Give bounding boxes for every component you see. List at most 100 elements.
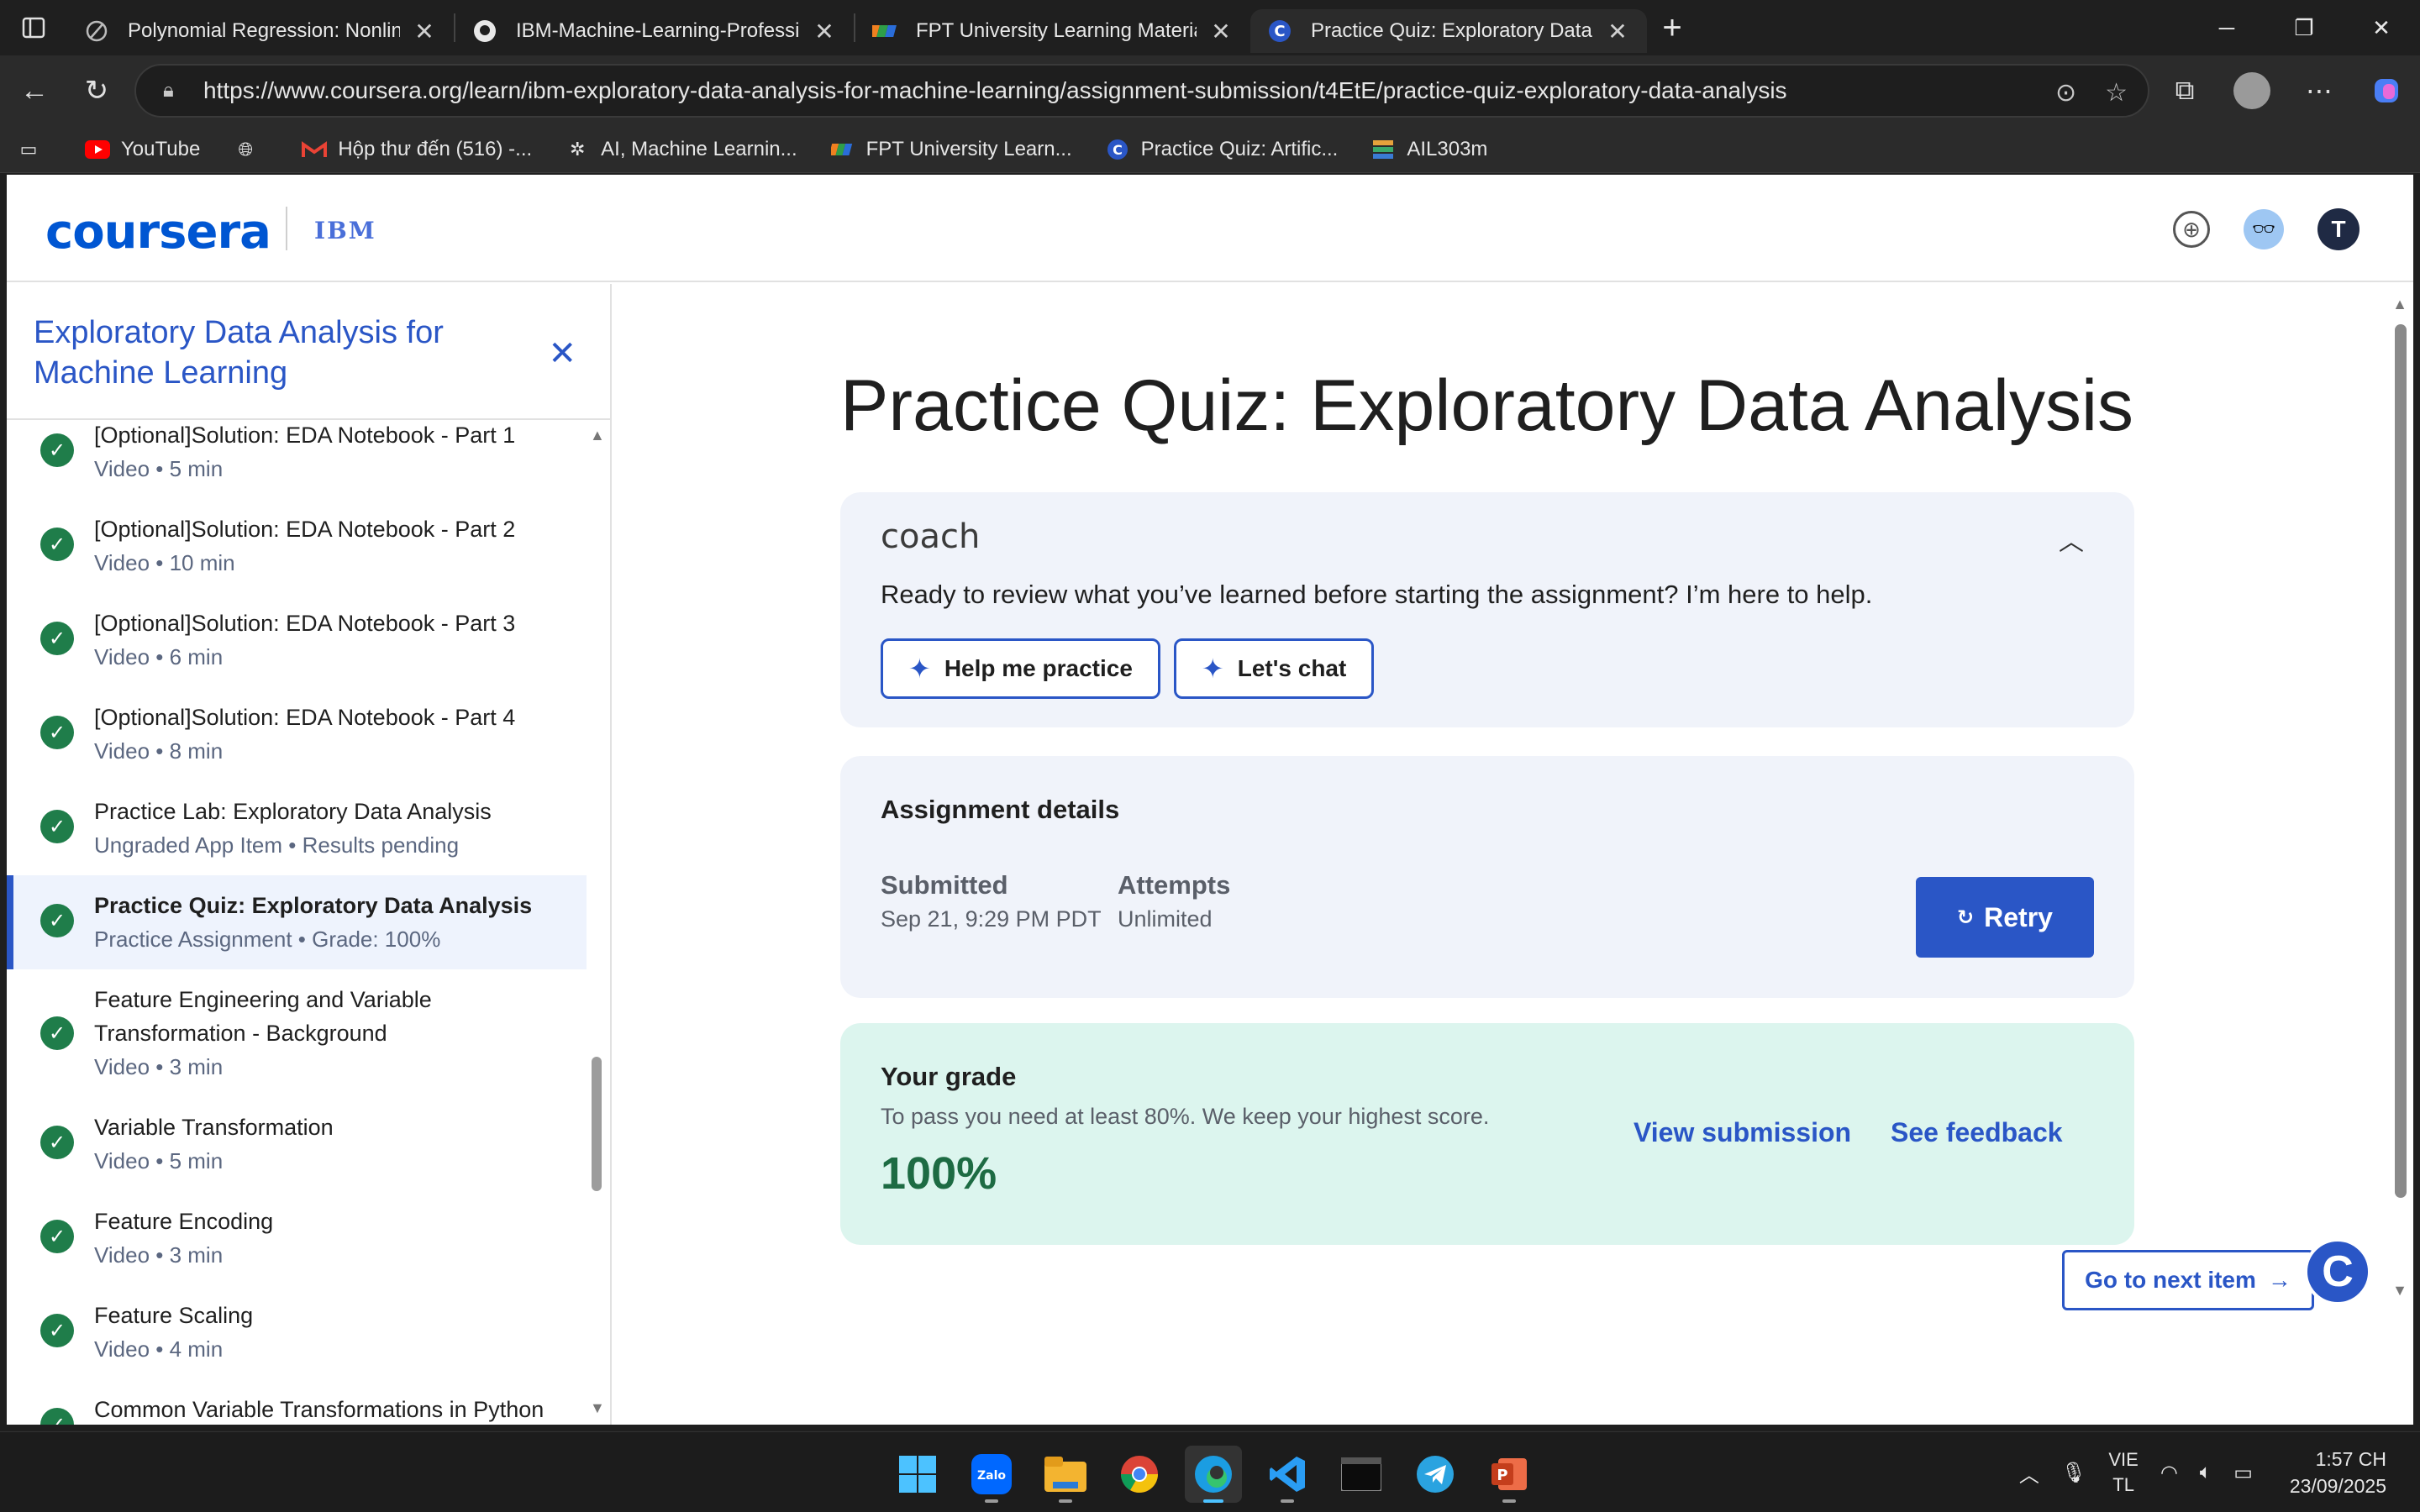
collections-icon[interactable]: ▭ bbox=[15, 138, 52, 161]
tab-favicon-icon bbox=[84, 18, 109, 44]
clock[interactable]: 1:57 CH 23/09/2025 bbox=[2290, 1446, 2386, 1499]
zalo-app-icon[interactable]: Zalo bbox=[963, 1446, 1020, 1503]
wifi-icon[interactable]: ◠ bbox=[2160, 1461, 2178, 1485]
list-item[interactable]: ✓ [Optional]Solution: EDA Notebook - Par… bbox=[7, 593, 587, 687]
profile-icon[interactable] bbox=[2218, 72, 2286, 109]
reload-icon[interactable]: ↻ bbox=[66, 74, 128, 108]
page-title: Practice Quiz: Exploratory Data Analysis bbox=[840, 365, 2134, 446]
help-me-practice-button[interactable]: ✦ Help me practice bbox=[881, 638, 1160, 699]
list-item[interactable]: ✓ Common Variable Transformations in Pyt… bbox=[7, 1379, 587, 1425]
list-item[interactable]: ✓ [Optional]Solution: EDA Notebook - Par… bbox=[7, 499, 587, 593]
browser-tab[interactable]: FPT University Learning Materials ✕ bbox=[855, 9, 1250, 53]
list-item[interactable]: ✓ Practice Lab: Exploratory Data Analysi… bbox=[7, 781, 587, 875]
bookmark-item[interactable]: YouTube bbox=[84, 138, 200, 161]
bookmark-item[interactable]: ✲ AI, Machine Learnin... bbox=[564, 138, 797, 161]
coursera-page: coursera IBM ⊕ 👓︎ T Exploratory Data Ana… bbox=[7, 175, 2413, 1425]
see-feedback-link[interactable]: See feedback bbox=[1891, 1117, 2063, 1148]
list-item[interactable]: ✓ [Optional]Solution: EDA Notebook - Par… bbox=[7, 405, 587, 499]
list-item-current[interactable]: ✓ Practice Quiz: Exploratory Data Analys… bbox=[7, 875, 587, 969]
bookmarks-bar: ▭ YouTube 🌐︎ Hộp thư đến (516) -... ✲ AI,… bbox=[0, 126, 2420, 173]
assignment-details-card: Assignment details Submitted Sep 21, 9:2… bbox=[840, 756, 2134, 998]
completed-check-icon: ✓ bbox=[40, 1016, 74, 1050]
main-content: Practice Quiz: Exploratory Data Analysis… bbox=[613, 284, 2413, 1425]
go-to-next-item-button[interactable]: Go to next item → bbox=[2062, 1250, 2314, 1310]
coursera-logo[interactable]: coursera bbox=[45, 205, 271, 260]
learner-glasses-icon[interactable]: 👓︎ bbox=[2244, 209, 2284, 249]
minimize-icon[interactable]: ─ bbox=[2188, 0, 2265, 55]
list-item[interactable]: ✓ Variable Transformation Video • 5 min bbox=[7, 1097, 587, 1191]
coach-floating-button[interactable]: C bbox=[2304, 1238, 2371, 1305]
tab-close-icon[interactable]: ✕ bbox=[412, 18, 437, 45]
windows-start-icon[interactable] bbox=[889, 1446, 946, 1503]
item-meta: Video • 10 min bbox=[94, 550, 235, 575]
retry-button[interactable]: ↻ Retry bbox=[1916, 877, 2094, 958]
input-language-indicator[interactable]: VIE TL bbox=[2108, 1447, 2138, 1498]
tab-actions-icon[interactable] bbox=[0, 0, 67, 55]
list-item[interactable]: ✓ [Optional]Solution: EDA Notebook - Par… bbox=[7, 687, 587, 781]
settings-more-icon[interactable]: ⋯ bbox=[2286, 75, 2353, 107]
battery-icon[interactable]: ▭ bbox=[2233, 1461, 2253, 1485]
new-tab-button[interactable]: + bbox=[1647, 9, 1697, 47]
coach-panel: coach ︿ Ready to review what you’ve lear… bbox=[840, 492, 2134, 727]
favorite-star-icon[interactable]: ☆ bbox=[2105, 78, 2128, 108]
item-meta: Video • 5 min bbox=[94, 456, 224, 481]
coach-logo: coach bbox=[881, 517, 981, 556]
vscode-icon[interactable] bbox=[1259, 1446, 1316, 1503]
list-item[interactable]: ✓ Feature Scaling Video • 4 min bbox=[7, 1285, 587, 1379]
chrome-icon[interactable] bbox=[1111, 1446, 1168, 1503]
grade-card: Your grade To pass you need at least 80%… bbox=[840, 1023, 2134, 1245]
telegram-icon[interactable] bbox=[1407, 1446, 1464, 1503]
volume-icon[interactable]: 🔈︎ bbox=[2200, 1461, 2212, 1484]
powerpoint-icon[interactable]: P bbox=[1481, 1446, 1538, 1503]
view-submission-link[interactable]: View submission bbox=[1634, 1117, 1851, 1148]
show-hidden-icons-chevron-icon[interactable]: ︿ bbox=[2019, 1458, 2039, 1488]
bookmark-item[interactable]: Hộp thư đến (516) -... bbox=[301, 138, 532, 161]
browser-tab[interactable]: Polynomial Regression: Nonlinear ✕ bbox=[67, 9, 454, 53]
browser-tab-active[interactable]: C Practice Quiz: Exploratory Data An ✕ bbox=[1250, 9, 1647, 53]
main-scrollbar[interactable]: ▲ ▼ bbox=[2391, 296, 2408, 1304]
scroll-up-icon[interactable]: ▲ bbox=[590, 427, 605, 444]
bookmark-item[interactable]: AIL303m bbox=[1370, 138, 1487, 161]
tab-close-icon[interactable]: ✕ bbox=[1605, 18, 1630, 45]
svg-text:Zalo: Zalo bbox=[977, 1469, 1006, 1483]
bookmark-item[interactable]: FPT University Learn... bbox=[829, 138, 1072, 161]
sidebar-scroll-thumb[interactable] bbox=[592, 1057, 602, 1191]
more-actions-icon[interactable]: ⊙ bbox=[2055, 78, 2076, 108]
edge-browser-icon[interactable] bbox=[1185, 1446, 1242, 1503]
scroll-up-icon[interactable]: ▲ bbox=[2391, 296, 2408, 313]
item-meta: Video • 4 min bbox=[94, 1336, 224, 1362]
sidebar-scrollbar[interactable]: ▲ ▼ bbox=[590, 427, 605, 1418]
file-explorer-icon[interactable] bbox=[1037, 1446, 1094, 1503]
close-sidebar-icon[interactable]: ✕ bbox=[548, 334, 576, 373]
address-bar[interactable]: 🔒︎ https://www.coursera.org/learn/ibm-ex… bbox=[134, 64, 2149, 118]
ibm-logo: IBM bbox=[314, 217, 376, 244]
item-title: Variable Transformation bbox=[94, 1115, 334, 1140]
bookmark-item[interactable]: C Practice Quiz: Artific... bbox=[1104, 138, 1338, 161]
list-item[interactable]: ✓ Feature Engineering and Variable Trans… bbox=[7, 969, 587, 1097]
user-avatar[interactable]: T bbox=[2317, 208, 2360, 250]
browser-titlebar: Polynomial Regression: Nonlinear ✕ IBM-M… bbox=[0, 0, 2420, 55]
microphone-icon[interactable]: 🎙︎ bbox=[2061, 1461, 2086, 1485]
fpt-favicon-icon bbox=[872, 18, 897, 44]
main-scroll-thumb[interactable] bbox=[2395, 324, 2407, 1198]
item-title: Feature Scaling bbox=[94, 1303, 254, 1328]
scroll-down-icon[interactable]: ▼ bbox=[590, 1399, 605, 1417]
collapse-chevron-up-icon[interactable]: ︿ bbox=[2059, 521, 2084, 558]
bookmark-item[interactable]: 🌐︎ bbox=[232, 138, 269, 161]
close-window-icon[interactable]: ✕ bbox=[2343, 0, 2420, 55]
back-icon[interactable]: ← bbox=[3, 75, 66, 108]
copilot-icon[interactable] bbox=[2353, 76, 2420, 106]
restore-icon[interactable]: ❐ bbox=[2265, 0, 2343, 55]
attempts-info: Attempts Unlimited bbox=[1118, 870, 1231, 932]
scroll-down-icon[interactable]: ▼ bbox=[2391, 1282, 2408, 1299]
language-globe-icon[interactable]: ⊕ bbox=[2173, 211, 2210, 248]
extensions-icon[interactable]: ⧉ bbox=[2151, 75, 2218, 107]
terminal-icon[interactable] bbox=[1333, 1446, 1390, 1503]
course-title[interactable]: Exploratory Data Analysis for Machine Le… bbox=[34, 312, 504, 393]
list-item[interactable]: ✓ Feature Encoding Video • 3 min bbox=[7, 1191, 587, 1285]
browser-tab[interactable]: IBM-Machine-Learning-Professior ✕ bbox=[455, 9, 854, 53]
tab-close-icon[interactable]: ✕ bbox=[812, 18, 837, 45]
lets-chat-button[interactable]: ✦ Let's chat bbox=[1173, 638, 1375, 699]
site-info-icon[interactable]: 🔒︎ bbox=[163, 79, 190, 102]
tab-close-icon[interactable]: ✕ bbox=[1208, 18, 1234, 45]
